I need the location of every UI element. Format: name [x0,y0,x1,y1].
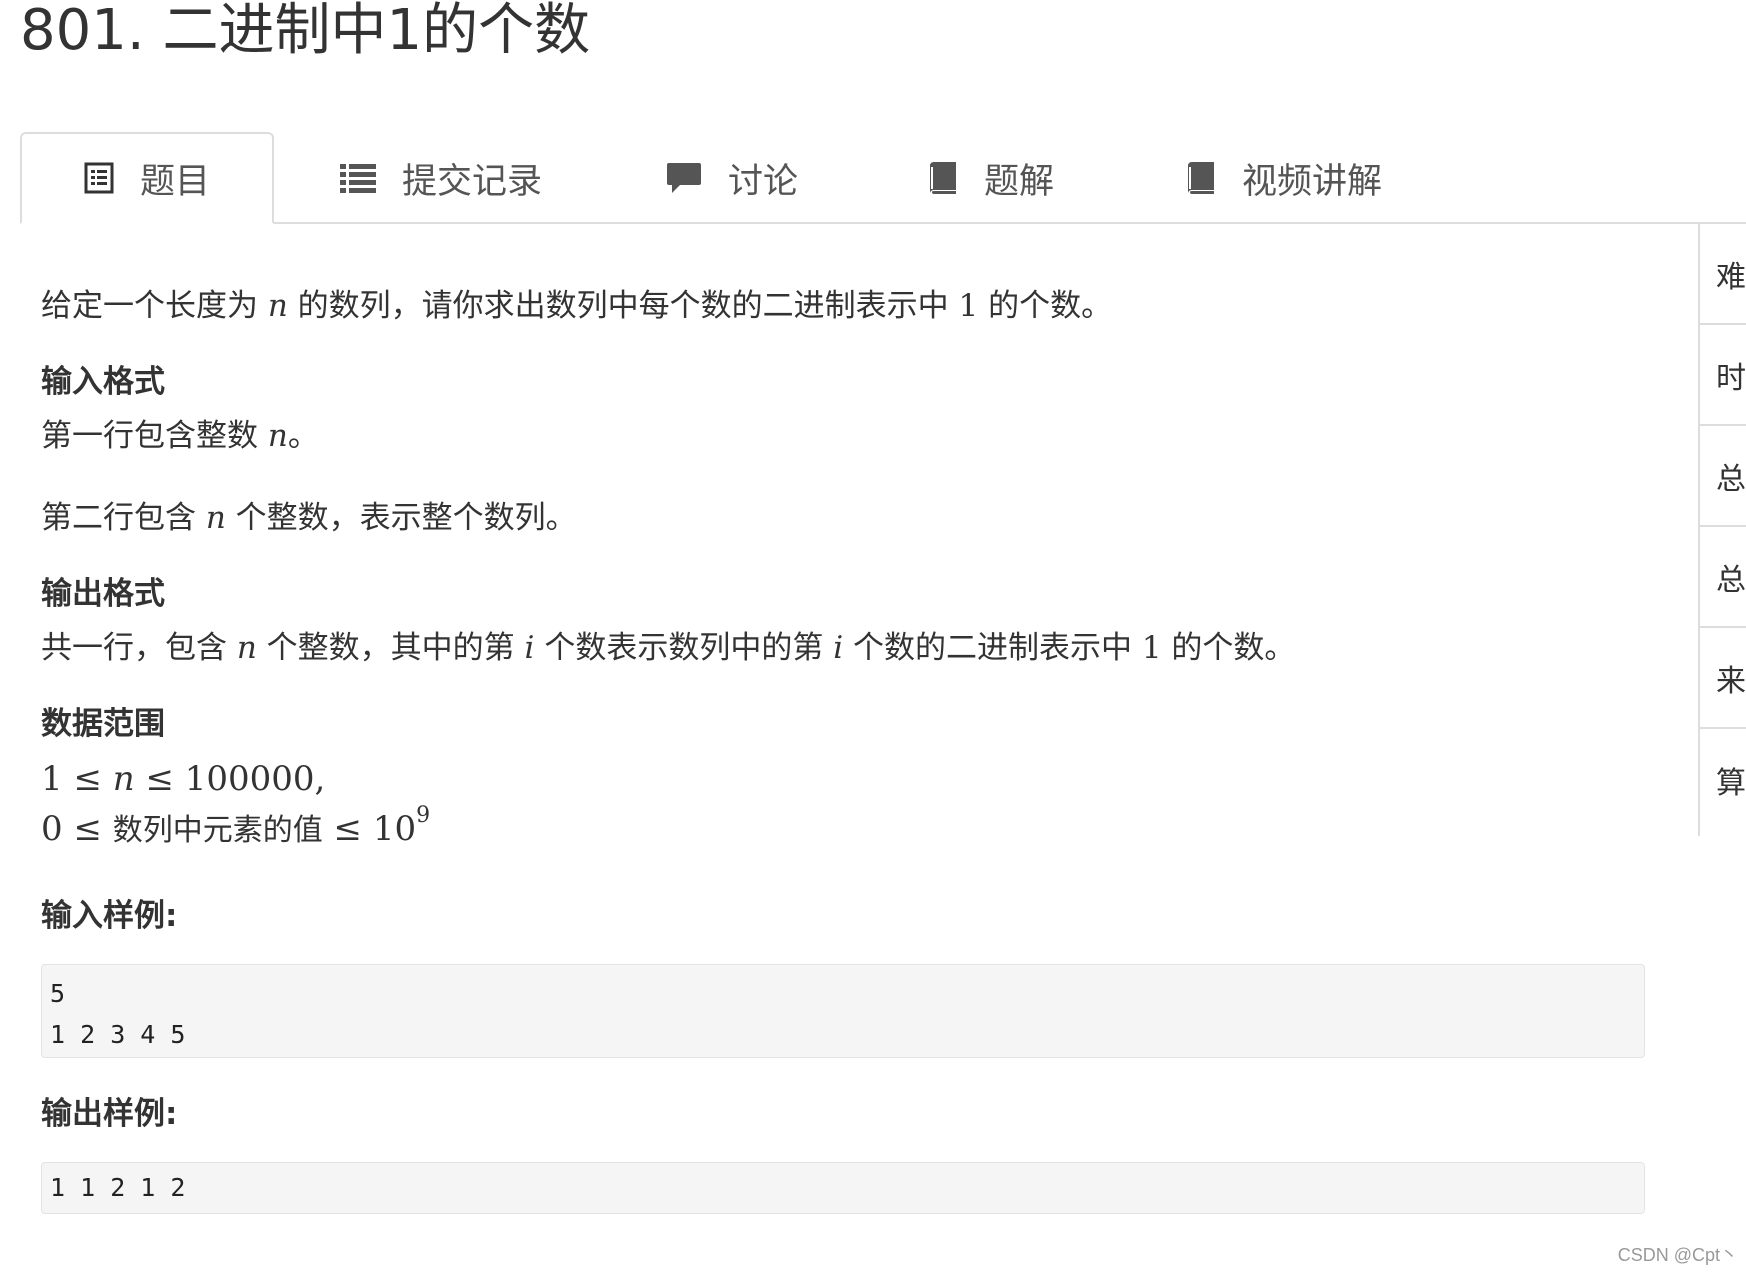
info-row-limits: 时/空限制 [1700,325,1746,426]
range-line-1: 1 ≤ n ≤ 100000, [41,759,326,799]
tab-label: 题目 [139,161,210,202]
tab-problem[interactable]: 题目 [20,132,274,224]
problem-content: 给定一个长度为 n 的数列，请你求出数列中每个数的二进制表示中 1 的个数。 输… [41,260,1651,1214]
problem-info-panel: 难度 时/空限制 总通过数 总尝试数 来源 算法标签 [1698,224,1746,836]
output-line: 共一行，包含 n 个整数，其中的第 i 个数表示数列中的第 i 个数的二进制表示… [41,630,1296,666]
info-row-accepted: 总通过数 [1700,426,1746,527]
input-line-2: 第二行包含 n 个整数，表示整个数列。 [41,500,577,536]
data-range-heading: 数据范围 [41,706,165,742]
sample-output-code[interactable]: 1 1 2 1 2 [41,1162,1645,1214]
tab-video[interactable]: 视频讲解 [1184,132,1382,224]
sample-output-heading: 输出样例: [41,1096,178,1132]
tab-label: 讨论 [728,161,799,202]
tab-solutions[interactable]: 题解 [926,132,1054,224]
page-title: 801. 二进制中1的个数 [20,0,591,63]
input-line-1: 第一行包含整数 n。 [41,418,319,454]
book-icon [1184,160,1216,196]
input-format-heading: 输入格式 [41,364,165,400]
watermark: CSDN @Cpt丶 [1617,1245,1738,1265]
tab-label: 视频讲解 [1242,161,1383,202]
tab-label: 题解 [984,161,1055,202]
tab-discussion[interactable]: 讨论 [666,132,798,224]
sample-input-heading: 输入样例: [41,898,178,934]
range-line-2: 0 ≤ 数列中元素的值 ≤ 109 [41,803,431,850]
tab-label: 提交记录 [402,161,543,202]
tabs-divider [20,222,1746,224]
list-alt-icon [84,162,114,194]
problem-description: 给定一个长度为 n 的数列，请你求出数列中每个数的二进制表示中 1 的个数。 [41,288,1113,324]
book-icon [926,160,958,196]
info-row-source: 来源 [1700,628,1746,729]
info-row-tags: 算法标签 [1716,765,1746,801]
info-row-difficulty: 难度 [1700,224,1746,325]
output-format-heading: 输出格式 [41,576,165,612]
comment-icon [666,161,702,195]
sample-input-code[interactable]: 5 1 2 3 4 5 [41,964,1645,1058]
info-row-attempts: 总尝试数 [1700,527,1746,628]
list-icon [340,162,376,194]
tab-submissions[interactable]: 提交记录 [340,132,542,224]
